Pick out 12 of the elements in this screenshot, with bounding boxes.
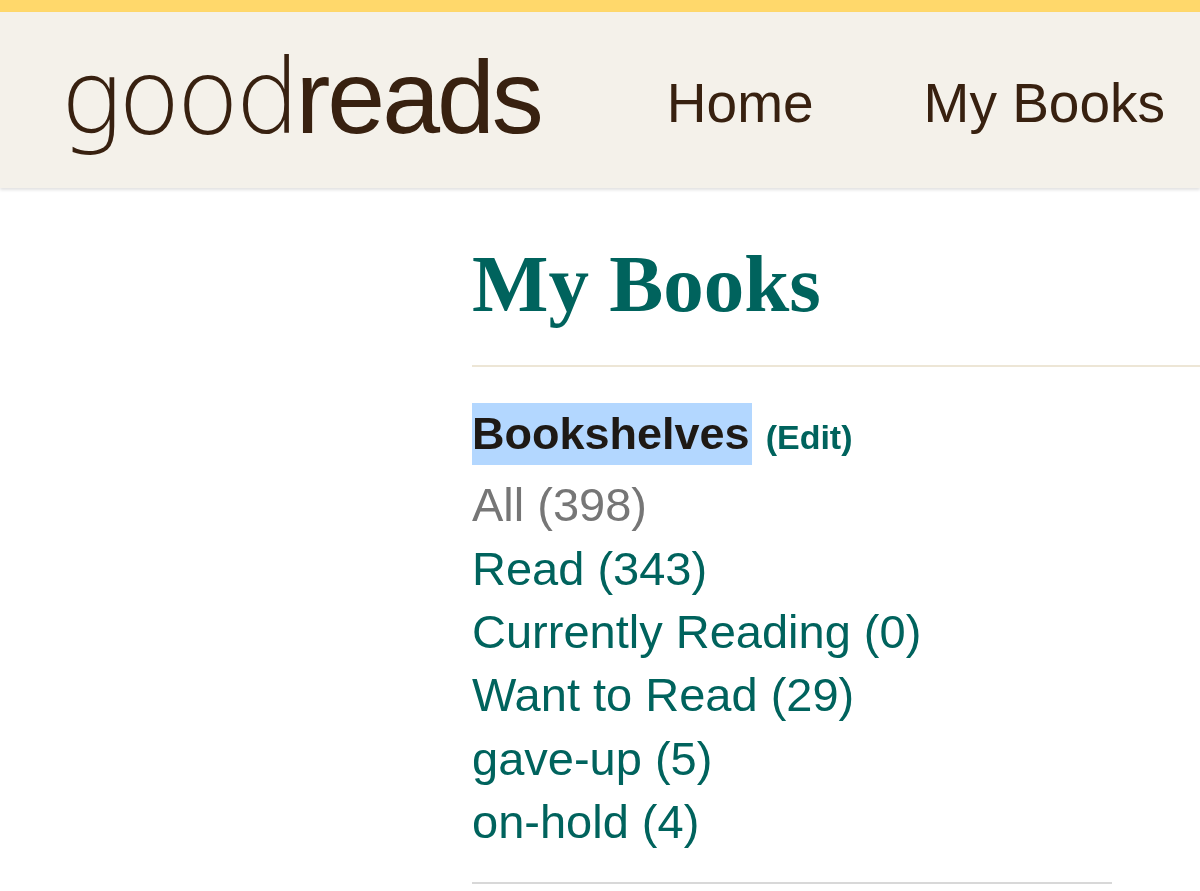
nav-link[interactable]: My Books xyxy=(923,71,1166,135)
shelf-link[interactable]: on-hold (4) xyxy=(472,790,700,854)
shelf-link[interactable]: Want to Read (29) xyxy=(472,663,855,727)
page-title: My Books xyxy=(472,240,821,330)
shelf-link[interactable]: All (398) xyxy=(472,473,647,537)
logo[interactable]: goodreads xyxy=(60,30,547,166)
shelf-link[interactable]: Currently Reading (0) xyxy=(472,599,922,664)
nav-link[interactable]: Home xyxy=(666,71,814,135)
edit-link[interactable]: (Edit) xyxy=(765,418,853,458)
shelf-link[interactable]: gave-up (5) xyxy=(472,726,713,791)
shelf-link[interactable]: Read (343) xyxy=(472,536,708,600)
section-heading: Bookshelves xyxy=(472,403,752,466)
